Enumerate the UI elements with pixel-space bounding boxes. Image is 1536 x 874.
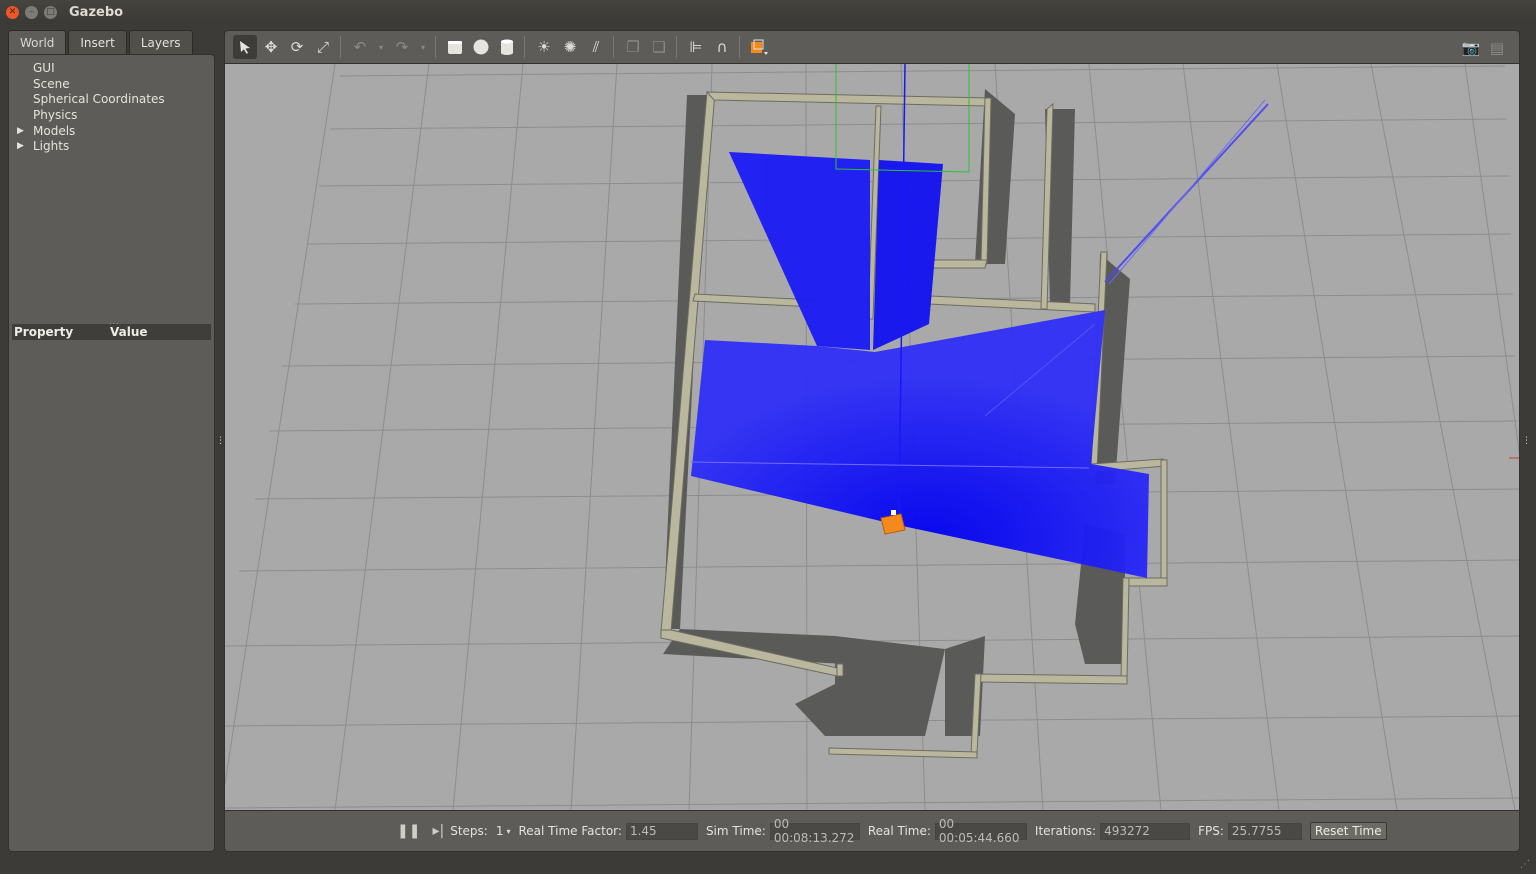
expand-arrow-icon[interactable]: ▶ [17, 124, 33, 140]
scene-area: ✥ ⟳ ⤢ ↶ ▾ ↷ ▾ ☀ ✺ ⫽ ❐ ❏ ⊫ ∩ 📷 ▤ ❚❚ ▸| St… [224, 30, 1520, 852]
log-icon[interactable]: ▤ [1485, 36, 1509, 60]
toolbar-separator [340, 36, 341, 58]
tree-item-spherical-coordinates[interactable]: Spherical Coordinates [17, 92, 165, 108]
tree-item-label: Spherical Coordinates [33, 92, 165, 107]
expand-arrow-icon[interactable]: ▶ [17, 139, 33, 155]
left-panel: World Insert Layers GUI Scene Spherical … [8, 30, 215, 852]
translate-icon[interactable]: ✥ [259, 35, 283, 59]
status-bar: ❚❚ ▸| Steps: 1 ▾ Real Time Factor: 1.45 … [224, 810, 1520, 852]
rtf-label: Real Time Factor: [518, 824, 622, 838]
paste-icon[interactable]: ❏ [647, 35, 671, 59]
steps-value[interactable]: 1 [496, 824, 504, 838]
close-window-button[interactable]: ✕ [6, 5, 19, 19]
iterations-value: 493272 [1100, 822, 1191, 840]
toolbar-separator [435, 36, 436, 58]
cylinder-icon[interactable] [495, 35, 519, 59]
point-light-icon[interactable]: ☀ [532, 35, 556, 59]
fps-value: 25.7755 [1227, 822, 1302, 840]
tree-item-label: Scene [33, 76, 70, 91]
screenshot-icon[interactable]: 📷 [1459, 36, 1483, 60]
undo-dropdown-icon[interactable]: ▾ [374, 35, 388, 59]
property-column-header[interactable]: Property [12, 325, 110, 339]
world-panel: GUI Scene Spherical Coordinates Physics … [8, 54, 215, 852]
minimize-window-button[interactable]: – [25, 5, 38, 19]
tree-item-label: Models [33, 123, 76, 138]
property-table-header: Property Value [12, 324, 211, 340]
copy-icon[interactable]: ❐ [621, 35, 645, 59]
tree-item-label: Physics [33, 108, 78, 123]
tab-layers[interactable]: Layers [128, 30, 193, 54]
3d-viewport[interactable] [224, 64, 1520, 810]
world-tree: GUI Scene Spherical Coordinates Physics … [17, 61, 165, 155]
redo-dropdown-icon[interactable]: ▾ [416, 35, 430, 59]
toolbar-separator [676, 36, 677, 58]
real-time-label: Real Time: [867, 824, 931, 838]
steps-label: Steps: [450, 824, 488, 838]
reset-time-button[interactable]: Reset Time [1309, 822, 1387, 840]
toolbar-separator [524, 36, 525, 58]
panel-tabs: World Insert Layers [8, 30, 195, 54]
view-angle-icon[interactable] [747, 35, 771, 59]
resize-grip-icon[interactable]: ⋰ [1520, 859, 1530, 870]
right-splitter-handle[interactable]: ⋮ [1522, 436, 1531, 446]
tree-item-models[interactable]: ▶ Models [17, 124, 165, 140]
box-icon[interactable] [443, 35, 467, 59]
toolbar-right-group: 📷 ▤ [1457, 36, 1509, 60]
tree-item-gui[interactable]: GUI [17, 61, 165, 77]
tree-item-physics[interactable]: Physics [17, 108, 165, 124]
spot-light-icon[interactable]: ✺ [558, 35, 582, 59]
window-title: Gazebo [69, 4, 124, 20]
sim-time-label: Sim Time: [705, 824, 766, 838]
sim-time-value: 00 00:08:13.272 [769, 817, 860, 845]
toolbar-separator [739, 36, 740, 58]
align-icon[interactable]: ⊫ [684, 35, 708, 59]
toolbar-separator [613, 36, 614, 58]
scene-render [225, 64, 1519, 810]
value-column-header[interactable]: Value [110, 325, 148, 339]
main-window: World Insert Layers GUI Scene Spherical … [0, 24, 1536, 874]
maximize-window-button[interactable]: □ [44, 5, 57, 19]
sphere-icon[interactable] [469, 35, 493, 59]
select-icon[interactable] [233, 35, 257, 59]
scale-icon[interactable]: ⤢ [311, 35, 335, 59]
title-bar: ✕ – □ Gazebo [0, 0, 1536, 24]
tree-item-scene[interactable]: Scene [17, 77, 165, 93]
redo-icon[interactable]: ↷ [390, 35, 414, 59]
rotate-icon[interactable]: ⟳ [285, 35, 309, 59]
pause-icon[interactable]: ❚❚ [397, 823, 420, 839]
rtf-value: 1.45 [625, 822, 698, 840]
directional-light-icon[interactable]: ⫽ [584, 35, 608, 59]
step-icon[interactable]: ▸| [432, 823, 444, 839]
tree-item-label: GUI [33, 61, 55, 75]
tree-item-lights[interactable]: ▶ Lights [17, 139, 165, 155]
fps-label: FPS: [1198, 824, 1224, 838]
tree-item-label: Lights [33, 139, 70, 154]
snap-icon[interactable]: ∩ [710, 35, 734, 59]
real-time-value: 00 00:05:44.660 [934, 817, 1027, 845]
scene-toolbar: ✥ ⟳ ⤢ ↶ ▾ ↷ ▾ ☀ ✺ ⫽ ❐ ❏ ⊫ ∩ 📷 ▤ [224, 30, 1520, 64]
steps-dropdown-icon[interactable]: ▾ [506, 827, 510, 836]
iterations-label: Iterations: [1034, 824, 1097, 838]
tab-insert[interactable]: Insert [68, 30, 127, 54]
tab-world[interactable]: World [8, 30, 67, 54]
undo-icon[interactable]: ↶ [348, 35, 372, 59]
